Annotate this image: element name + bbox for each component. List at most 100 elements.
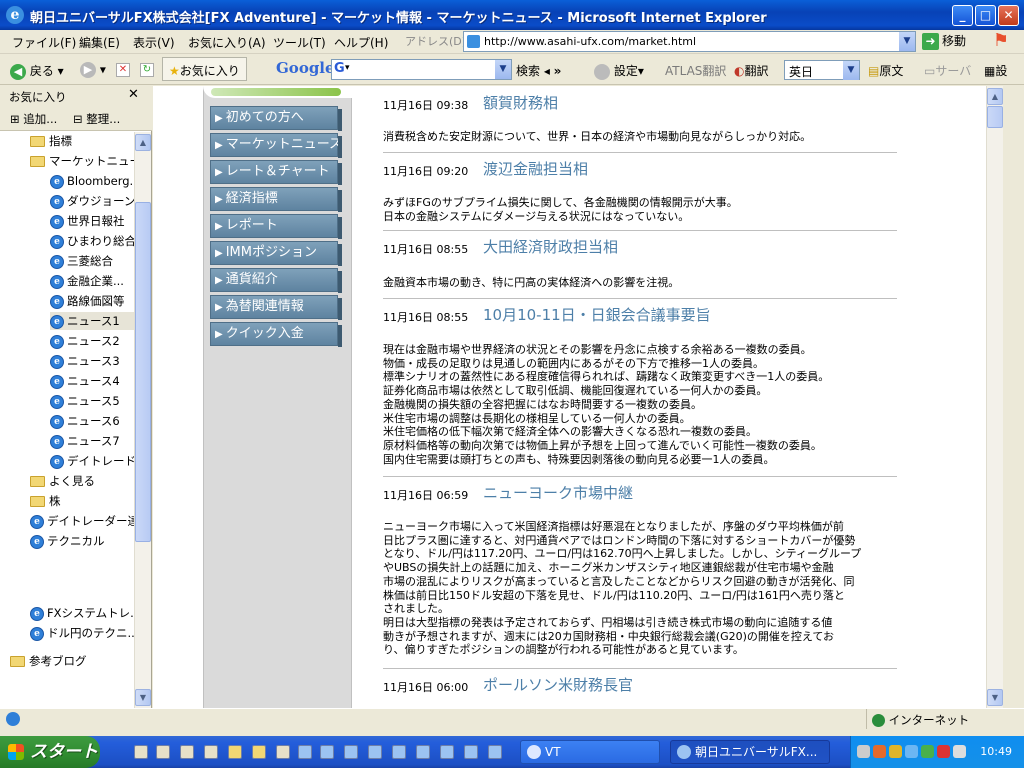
settings2-button[interactable]: ▦設 bbox=[984, 62, 1007, 79]
menu-edit[interactable]: 編集(E) bbox=[79, 34, 120, 51]
favorites-item[interactable]: e ニュース4 bbox=[50, 372, 135, 390]
favorites-item[interactable]: e ニュース7 bbox=[50, 432, 135, 450]
task-ie-window[interactable]: 朝日ユニバーサルFX... bbox=[670, 740, 830, 764]
menu-help[interactable]: ヘルプ(H) bbox=[334, 34, 388, 51]
quicklaunch-ie7-icon[interactable] bbox=[440, 745, 454, 759]
favorites-item[interactable]: eダウジョーン... bbox=[50, 192, 135, 210]
site-nav-button[interactable]: ▶ IMMポジション bbox=[210, 241, 342, 266]
tray-app3-icon[interactable] bbox=[905, 745, 918, 758]
original-button[interactable]: ▤原文 bbox=[868, 62, 903, 79]
favorites-item[interactable]: e デイトレーダー達 bbox=[30, 512, 135, 530]
search-button[interactable]: 検索 ◂ » bbox=[516, 62, 561, 79]
quicklaunch-icon-5[interactable] bbox=[276, 745, 290, 759]
site-nav-button[interactable]: ▶ クイック入金 bbox=[210, 322, 342, 347]
site-nav-button[interactable]: ▶ 為替関連情報 bbox=[210, 295, 342, 320]
favorites-item[interactable]: e テクニカル bbox=[30, 532, 135, 550]
favorites-item[interactable]: e ニュース5 bbox=[50, 392, 135, 410]
quicklaunch-icon-4[interactable] bbox=[204, 745, 218, 759]
translate-button[interactable]: ◐翻訳 bbox=[734, 62, 769, 79]
news-title[interactable]: 額賀財務相 bbox=[483, 92, 558, 113]
google-search-box[interactable]: G ▾ ▼ bbox=[331, 59, 512, 80]
close-button[interactable]: ✕ bbox=[998, 5, 1019, 26]
favorites-item[interactable]: e 路線価図等 bbox=[50, 292, 135, 310]
news-title[interactable]: ニューヨーク市場中継 bbox=[483, 482, 633, 503]
tray-keyboard-icon[interactable] bbox=[857, 745, 870, 758]
minimize-button[interactable]: _ bbox=[952, 5, 973, 26]
quicklaunch-ie9-icon[interactable] bbox=[488, 745, 502, 759]
quicklaunch-icon-3[interactable] bbox=[180, 745, 194, 759]
tray-volume-icon[interactable] bbox=[953, 745, 966, 758]
tray-app2-icon[interactable] bbox=[889, 745, 902, 758]
news-title[interactable]: 渡辺金融担当相 bbox=[483, 158, 588, 179]
task-vt[interactable]: VT bbox=[520, 740, 660, 764]
quicklaunch-ie6-icon[interactable] bbox=[416, 745, 430, 759]
favorites-item[interactable]: 参考ブログ bbox=[10, 652, 135, 670]
tray-security-icon[interactable] bbox=[921, 745, 934, 758]
menu-file[interactable]: ファイル(F) bbox=[12, 34, 76, 51]
maximize-button[interactable]: □ bbox=[975, 5, 996, 26]
close-panel-icon[interactable]: ✕ bbox=[128, 87, 139, 102]
menu-view[interactable]: 表示(V) bbox=[133, 34, 175, 51]
quicklaunch-ie3-icon[interactable] bbox=[344, 745, 358, 759]
site-nav-button[interactable]: ▶ 通貨紹介 bbox=[210, 268, 342, 293]
favorites-item[interactable]: e ひまわり総合 bbox=[50, 232, 135, 250]
content-scroll-thumb[interactable] bbox=[987, 106, 1003, 128]
quicklaunch-ie4-icon[interactable] bbox=[368, 745, 382, 759]
favorites-item[interactable]: e ニュース3 bbox=[50, 352, 135, 370]
quicklaunch-ie2-icon[interactable] bbox=[320, 745, 334, 759]
server-button[interactable]: ▭サーバ bbox=[924, 62, 971, 79]
menu-tools[interactable]: ツール(T) bbox=[273, 34, 326, 51]
favorites-item[interactable]: e 金融企業... bbox=[50, 272, 135, 290]
favorites-item[interactable]: e ドル円のテクニ... bbox=[30, 624, 135, 642]
quicklaunch-folder-icon[interactable] bbox=[228, 745, 242, 759]
scroll-thumb[interactable] bbox=[135, 202, 151, 542]
quicklaunch-icon-1[interactable] bbox=[134, 745, 148, 759]
quicklaunch-ie-icon[interactable] bbox=[298, 745, 312, 759]
address-bar[interactable]: http://www.asahi-ufx.com/market.html ▼ bbox=[463, 31, 916, 52]
settings-button[interactable]: 設定▾ bbox=[594, 62, 644, 80]
organize-favorites-button[interactable]: ⊟ 整理... bbox=[73, 111, 120, 127]
favorites-item[interactable]: 指標 bbox=[30, 132, 135, 150]
quicklaunch-ie8-icon[interactable] bbox=[464, 745, 478, 759]
scroll-down-icon[interactable]: ▼ bbox=[135, 689, 151, 706]
quicklaunch-ie5-icon[interactable] bbox=[392, 745, 406, 759]
site-nav-button[interactable]: ▶ レート＆チャート bbox=[210, 160, 342, 185]
favorites-button[interactable]: ★お気に入り bbox=[162, 57, 247, 81]
favorites-item[interactable]: よく見る bbox=[30, 472, 135, 490]
favorites-item[interactable]: e ニュース2 bbox=[50, 332, 135, 350]
tray-app-icon[interactable] bbox=[873, 745, 886, 758]
add-favorite-button[interactable]: ⊞ 追加... bbox=[10, 111, 57, 127]
quicklaunch-icon-2[interactable] bbox=[156, 745, 170, 759]
site-nav-button[interactable]: ▶ レポート bbox=[210, 214, 342, 239]
news-title[interactable]: ポールソン米財務長官 bbox=[483, 674, 633, 695]
language-dropdown-icon[interactable]: ▼ bbox=[843, 61, 859, 80]
news-title[interactable]: 大田経済財政担当相 bbox=[483, 236, 618, 257]
content-scroll-down-icon[interactable]: ▼ bbox=[987, 689, 1003, 706]
favorites-item[interactable]: e 世界日報社 bbox=[50, 212, 135, 230]
favorites-item[interactable]: e 三菱総合 bbox=[50, 252, 135, 270]
content-scroll-up-icon[interactable]: ▲ bbox=[987, 88, 1003, 105]
stop-button[interactable]: ✕ bbox=[116, 61, 130, 77]
site-nav-button[interactable]: ▶ マーケットニュース bbox=[210, 133, 342, 158]
refresh-button[interactable]: ↻ bbox=[140, 61, 154, 77]
language-select[interactable]: 英日 ▼ bbox=[784, 60, 860, 80]
google-g-dropdown-icon[interactable]: ▾ bbox=[345, 63, 350, 73]
content-scrollbar[interactable]: ▲ ▼ bbox=[986, 86, 1003, 708]
favorites-item[interactable]: e ニュース6 bbox=[50, 412, 135, 430]
start-button[interactable]: スタート bbox=[0, 736, 100, 768]
favorites-item[interactable]: マーケットニュース bbox=[30, 152, 135, 170]
forward-button[interactable]: ▶ ▾ bbox=[80, 62, 106, 78]
favorites-item[interactable]: eデイトレード... bbox=[50, 452, 135, 470]
back-button[interactable]: ◀ 戻る ▾ bbox=[10, 62, 64, 80]
scroll-up-icon[interactable]: ▲ bbox=[135, 134, 151, 151]
atlas-button[interactable]: ATLAS翻訳 bbox=[665, 62, 726, 79]
favorites-item[interactable]: e FXシステムトレ... bbox=[30, 604, 135, 622]
favorites-item[interactable]: e Bloomberg... bbox=[50, 172, 135, 190]
window-titlebar[interactable]: e 朝日ユニバーサルFX株式会社[FX Adventure] - マーケット情報… bbox=[0, 0, 1024, 30]
favorites-item[interactable]: e ニュース1 bbox=[50, 312, 135, 330]
favorites-item[interactable]: 株 bbox=[30, 492, 135, 510]
menu-favorites[interactable]: お気に入り(A) bbox=[188, 34, 266, 51]
google-dropdown-icon[interactable]: ▼ bbox=[495, 60, 511, 79]
news-title[interactable]: 10月10-11日・日銀会合議事要旨 bbox=[483, 304, 711, 325]
tray-alert-icon[interactable] bbox=[937, 745, 950, 758]
